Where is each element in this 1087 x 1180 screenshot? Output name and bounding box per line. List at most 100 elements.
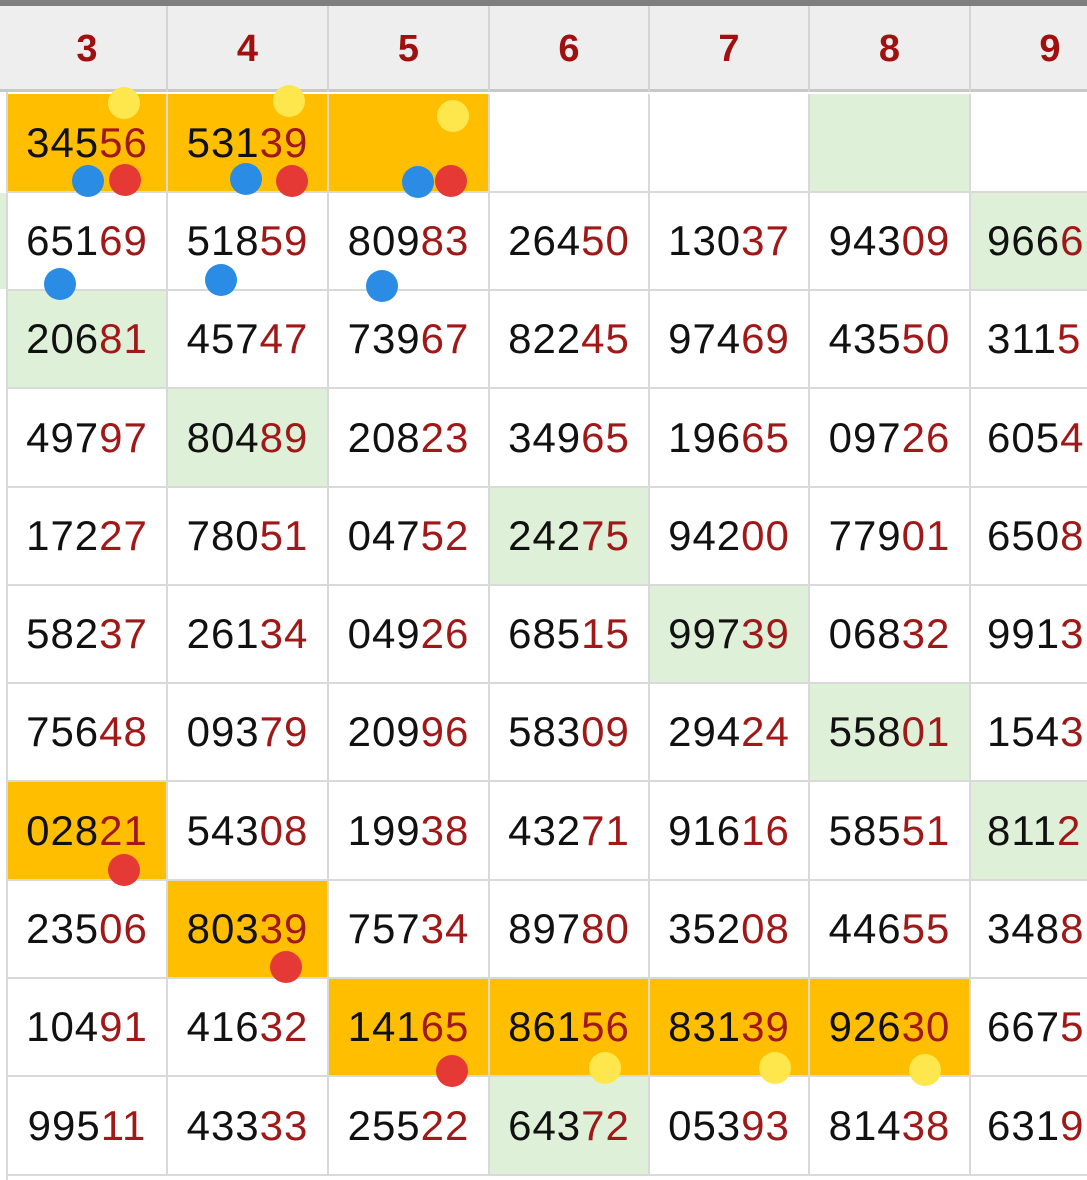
result-number-head: 209: [347, 708, 421, 755]
result-cell[interactable]: 294 24: [650, 684, 810, 782]
result-cell[interactable]: 916 16: [650, 782, 810, 881]
column-header-5[interactable]: 5: [329, 6, 490, 92]
red-marker-dot: [109, 164, 141, 196]
result-cell[interactable]: 643 72: [490, 1077, 650, 1176]
result-cell[interactable]: 756 48: [8, 684, 168, 782]
result-cell[interactable]: 349 65: [490, 389, 650, 488]
result-cell[interactable]: 047 52: [329, 488, 490, 586]
result-cell[interactable]: 172 27: [8, 488, 168, 586]
result-number: 209 96: [329, 684, 488, 780]
result-cell[interactable]: 997 39: [650, 586, 810, 684]
result-cell[interactable]: 446 55: [810, 881, 971, 979]
result-cell[interactable]: 104 91: [8, 979, 168, 1077]
result-cell[interactable]: 432 71: [490, 782, 650, 881]
result-cell[interactable]: 235 06: [8, 881, 168, 979]
result-number-head: 926: [828, 1003, 902, 1050]
result-cell[interactable]: 804 89: [168, 389, 329, 488]
result-cell[interactable]: 154 3: [971, 684, 1087, 782]
result-cell[interactable]: 861 56: [490, 979, 650, 1077]
result-cell[interactable]: 068 32: [810, 586, 971, 684]
result-number-tail: 51: [901, 806, 951, 854]
column-header-9[interactable]: 9: [971, 6, 1087, 92]
result-cell[interactable]: 667 5: [971, 979, 1087, 1077]
result-cell[interactable]: 811 2: [971, 782, 1087, 881]
result-cell[interactable]: 814 38: [810, 1077, 971, 1176]
column-header-3[interactable]: 3: [8, 6, 168, 92]
result-cell[interactable]: [490, 94, 650, 193]
result-cell[interactable]: 196 65: [650, 389, 810, 488]
result-cell[interactable]: 822 45: [490, 291, 650, 389]
column-header-6[interactable]: 6: [490, 6, 650, 92]
result-number-tail: 11: [100, 1101, 147, 1149]
result-cell[interactable]: 974 69: [650, 291, 810, 389]
result-cell[interactable]: 348 8: [971, 881, 1087, 979]
result-cell[interactable]: 897 80: [490, 881, 650, 979]
result-cell[interactable]: 995 11: [8, 1077, 168, 1176]
result-number: 811 2: [971, 782, 1087, 879]
result-number: 172 27: [8, 488, 166, 584]
column-header-8[interactable]: 8: [810, 6, 971, 92]
result-cell[interactable]: 097 26: [810, 389, 971, 488]
result-cell[interactable]: 208 23: [329, 389, 490, 488]
result-number: 585 51: [810, 782, 969, 879]
result-cell[interactable]: 757 34: [329, 881, 490, 979]
column-header-7[interactable]: 7: [650, 6, 810, 92]
result-cell[interactable]: 093 79: [168, 684, 329, 782]
result-number-head: 446: [828, 905, 902, 952]
result-cell[interactable]: 416 32: [168, 979, 329, 1077]
result-cell[interactable]: 028 21: [8, 782, 168, 881]
result-number-tail: 26: [901, 413, 951, 461]
result-cell[interactable]: 130 37: [650, 193, 810, 291]
result-cell[interactable]: 583 09: [490, 684, 650, 782]
result-number-head: 643: [508, 1101, 582, 1149]
result-number-tail: 39: [741, 610, 790, 657]
result-cell[interactable]: 605 4: [971, 389, 1087, 488]
result-cell[interactable]: 261 34: [168, 586, 329, 684]
result-cell[interactable]: 631 9: [971, 1077, 1087, 1176]
result-cell[interactable]: 779 01: [810, 488, 971, 586]
result-cell[interactable]: 991 3: [971, 586, 1087, 684]
result-cell[interactable]: [971, 94, 1087, 193]
result-cell[interactable]: 582 37: [8, 586, 168, 684]
result-number-head: 028: [26, 806, 100, 854]
result-cell[interactable]: 435 50: [810, 291, 971, 389]
result-cell[interactable]: 518 59: [168, 193, 329, 291]
result-cell[interactable]: 942 00: [650, 488, 810, 586]
result-cell[interactable]: 433 33: [168, 1077, 329, 1176]
column-header-4[interactable]: 4: [168, 6, 329, 92]
result-cell[interactable]: 739 67: [329, 291, 490, 389]
result-number-head: 804: [186, 413, 260, 461]
result-cell[interactable]: 352 08: [650, 881, 810, 979]
result-number-tail: 3: [1060, 610, 1085, 657]
result-number-tail: 00: [741, 512, 790, 559]
result-cell[interactable]: 457 47: [168, 291, 329, 389]
result-cell[interactable]: 650 8: [971, 488, 1087, 586]
result-cell[interactable]: [650, 94, 810, 193]
result-cell[interactable]: 209 96: [329, 684, 490, 782]
result-cell[interactable]: 558 01: [810, 684, 971, 782]
result-cell[interactable]: 966 6: [971, 193, 1087, 291]
result-cell[interactable]: 809 83: [329, 193, 490, 291]
result-cell[interactable]: 943 09: [810, 193, 971, 291]
result-number-tail: 65: [420, 1003, 470, 1050]
result-cell[interactable]: 651 69: [8, 193, 168, 291]
result-cell[interactable]: 053 93: [650, 1077, 810, 1176]
result-cell[interactable]: 049 26: [329, 586, 490, 684]
result-cell[interactable]: 926 30: [810, 979, 971, 1077]
result-cell[interactable]: 206 81: [8, 291, 168, 389]
result-number: 926 30: [810, 979, 969, 1075]
result-cell[interactable]: 585 51: [810, 782, 971, 881]
lottery-results-grid: 3 4 5 6 7 8 9 345 56 531 39 651 69 518 59 809 83 264 50 130…: [0, 0, 1087, 1180]
result-cell[interactable]: 311 5: [971, 291, 1087, 389]
result-cell[interactable]: 264 50: [490, 193, 650, 291]
result-cell[interactable]: 780 51: [168, 488, 329, 586]
result-cell[interactable]: 497 97: [8, 389, 168, 488]
result-cell[interactable]: 242 75: [490, 488, 650, 586]
result-cell[interactable]: 255 22: [329, 1077, 490, 1176]
result-cell[interactable]: 543 08: [168, 782, 329, 881]
result-cell[interactable]: 803 39: [168, 881, 329, 979]
result-cell[interactable]: 685 15: [490, 586, 650, 684]
result-number-tail: 37: [99, 610, 148, 657]
result-cell[interactable]: 199 38: [329, 782, 490, 881]
result-cell[interactable]: [810, 94, 971, 193]
